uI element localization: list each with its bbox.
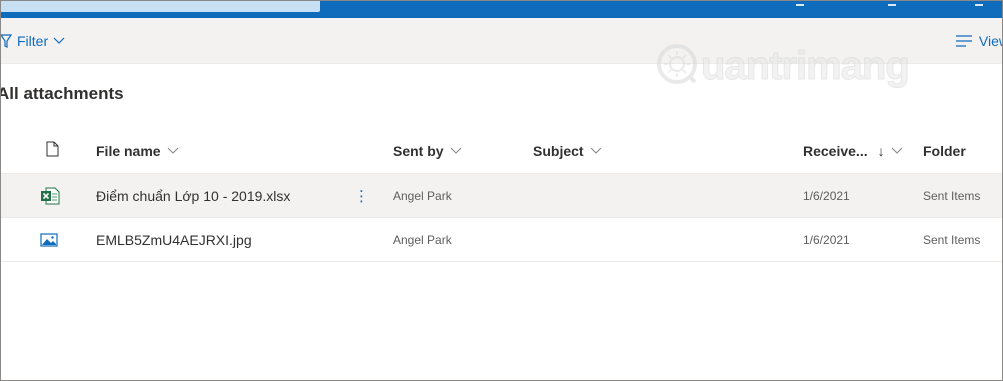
chevron-down-icon xyxy=(53,37,65,45)
sort-descending-icon: ↓ xyxy=(877,142,885,159)
more-options-button[interactable]: ⋮ xyxy=(354,174,369,217)
header-icon[interactable] xyxy=(888,0,896,6)
folder-column-header[interactable]: Folder xyxy=(923,128,966,173)
column-header-label: Sent by xyxy=(393,142,444,159)
column-header-label: Folder xyxy=(923,142,966,159)
watermark: uantrimang xyxy=(655,42,911,91)
sent-by-column-header[interactable]: Sent by xyxy=(393,128,462,173)
view-button[interactable]: View xyxy=(955,30,1003,52)
chevron-down-icon xyxy=(590,147,601,154)
filter-label: Filter xyxy=(17,33,49,49)
file-name-column-header[interactable]: File name xyxy=(96,128,179,173)
table-header-row: File name Sent by Subject Receive... ↓ F… xyxy=(0,128,1003,174)
header-icon[interactable] xyxy=(796,0,804,6)
attachments-table: File name Sent by Subject Receive... ↓ F… xyxy=(0,128,1003,262)
excel-file-icon xyxy=(40,174,60,217)
view-label: View xyxy=(978,33,1003,49)
command-bar: Filter uantrimang View xyxy=(0,18,1003,89)
file-type-column-header[interactable] xyxy=(40,128,60,173)
chevron-down-icon xyxy=(891,147,902,154)
document-icon xyxy=(40,141,59,160)
column-header-label: Subject xyxy=(533,142,584,159)
filter-icon xyxy=(0,34,12,48)
view-list-icon xyxy=(955,35,972,47)
header-icon[interactable] xyxy=(975,0,983,6)
table-row[interactable]: EMLB5ZmU4AEJRXI.jpg Angel Park 1/6/2021 … xyxy=(0,218,1003,262)
received-date: 1/6/2021 xyxy=(803,232,850,247)
chevron-down-icon xyxy=(450,147,461,154)
file-name[interactable]: Điểm chuẩn Lớp 10 - 2019.xlsx xyxy=(96,174,290,217)
sent-by: Angel Park xyxy=(393,188,452,203)
chevron-down-icon xyxy=(167,147,178,154)
column-header-label: File name xyxy=(96,142,161,159)
watermark-logo-icon xyxy=(655,42,699,91)
received-date: 1/6/2021 xyxy=(803,188,850,203)
search-box[interactable] xyxy=(0,0,320,12)
sent-by: Angel Park xyxy=(393,232,452,247)
watermark-text: uantrimang xyxy=(701,44,911,89)
folder: Sent Items xyxy=(923,188,981,203)
file-name[interactable]: EMLB5ZmU4AEJRXI.jpg xyxy=(96,218,252,261)
subject-column-header[interactable]: Subject xyxy=(533,128,602,173)
page-title: All attachments xyxy=(0,84,124,103)
image-file-icon xyxy=(40,218,60,261)
received-column-header[interactable]: Receive... ↓ xyxy=(803,128,903,173)
folder: Sent Items xyxy=(923,232,981,247)
table-row[interactable]: Điểm chuẩn Lớp 10 - 2019.xlsx ⋮ Angel Pa… xyxy=(0,174,1003,218)
filter-button[interactable]: Filter xyxy=(0,30,65,52)
column-header-label: Receive... xyxy=(803,142,868,159)
suite-header xyxy=(0,0,1003,18)
